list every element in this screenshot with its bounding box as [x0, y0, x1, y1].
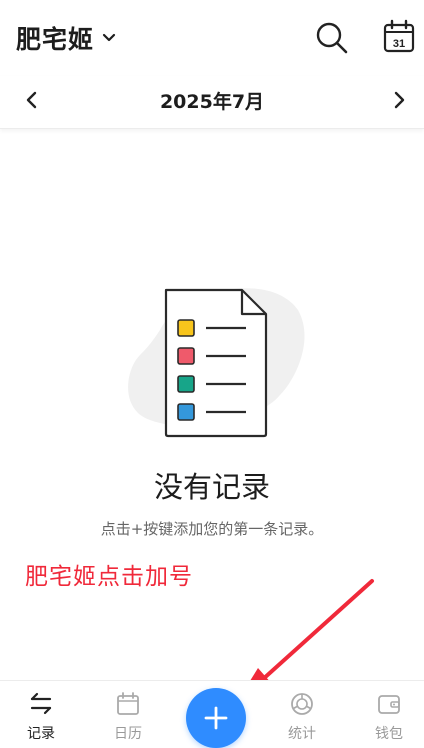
- annotation-text: 肥宅姬点击加号: [25, 564, 193, 590]
- nav-label-stats: 统计: [288, 726, 316, 742]
- nav-item-stats[interactable]: 统计: [272, 691, 332, 747]
- plus-icon: [204, 706, 228, 730]
- nav-item-records[interactable]: 记录: [11, 691, 71, 747]
- chevron-down-icon: [102, 33, 116, 42]
- records-icon: [30, 692, 52, 715]
- nav-label-calendar: 日历: [114, 726, 142, 742]
- book-name: 肥宅姬: [16, 25, 95, 54]
- book-selector[interactable]: 肥宅姬: [16, 20, 116, 56]
- calendar-icon: 31: [383, 19, 415, 53]
- chevron-right-icon[interactable]: [387, 88, 411, 112]
- nav-item-wallet[interactable]: 钱包: [359, 691, 419, 747]
- empty-state-hint: 点击+按键添加您的第一条记录。: [100, 520, 324, 538]
- calendar-day: 31: [393, 38, 405, 50]
- wallet-icon: [378, 695, 400, 714]
- add-record-button[interactable]: [186, 688, 246, 748]
- month-navigation: 2025年7月: [0, 76, 424, 129]
- stats-icon: [291, 693, 313, 715]
- nav-label-records: 记录: [27, 726, 55, 742]
- empty-state-title: 没有记录: [153, 470, 270, 504]
- month-label[interactable]: 2025年7月: [0, 87, 424, 114]
- calendar-button[interactable]: 31: [381, 19, 417, 55]
- top-bar: 肥宅姬 31: [0, 0, 424, 76]
- search-icon[interactable]: [314, 20, 350, 56]
- nav-label-wallet: 钱包: [375, 726, 403, 742]
- calendar-icon: [117, 692, 139, 715]
- empty-document-illustration: [128, 288, 305, 438]
- nav-item-calendar[interactable]: 日历: [98, 691, 158, 747]
